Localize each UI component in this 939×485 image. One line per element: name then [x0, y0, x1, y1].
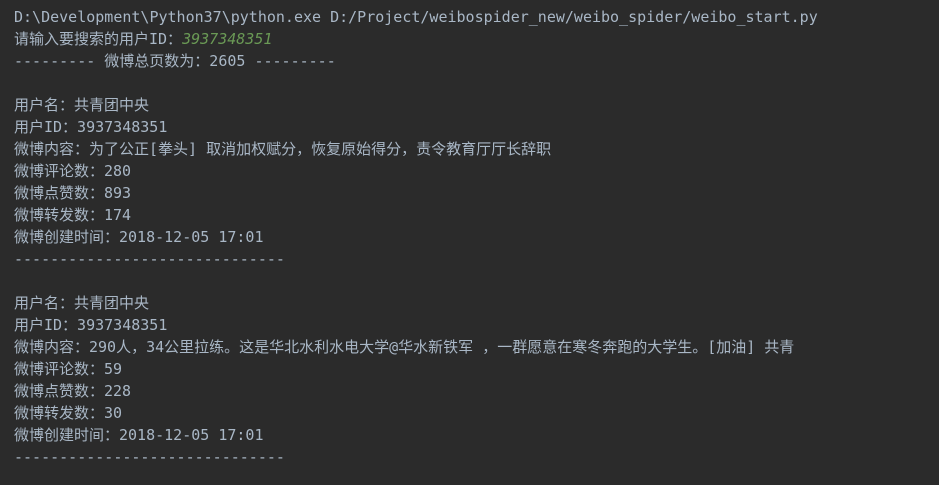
input-prompt-label: 请输入要搜索的用户ID： [14, 30, 183, 48]
record-1-comments: 微博评论数：280 [14, 162, 132, 180]
input-prompt-line: 请输入要搜索的用户ID：3937348351 [14, 28, 939, 50]
command-line: D:\Development\Python37\python.exe D:/Pr… [14, 8, 818, 26]
total-pages-line: --------- 微博总页数为：2605 --------- [14, 52, 336, 70]
record-2-separator: ------------------------------ [14, 448, 285, 466]
record-1-reposts: 微博转发数：174 [14, 206, 132, 224]
record-2-created-time: 微博创建时间：2018-12-05 17:01 [14, 426, 264, 444]
record-1-username: 用户名：共青团中央 [14, 96, 150, 114]
record-1-content: 微博内容：为了公正[拳头] 取消加权赋分，恢复原始得分，责令教育厅厅长辞职 [14, 140, 552, 158]
record-2-likes: 微博点赞数：228 [14, 382, 132, 400]
record-1-created-time: 微博创建时间：2018-12-05 17:01 [14, 228, 264, 246]
record-2-content: 微博内容：290人，34公里拉练。这是华北水利水电大学@华水新铁军 ，一群愿意在… [14, 338, 795, 356]
record-1-likes: 微博点赞数：893 [14, 184, 132, 202]
record-2-reposts: 微博转发数：30 [14, 404, 123, 422]
record-1-separator: ------------------------------ [14, 250, 285, 268]
record-2-userid: 用户ID：3937348351 [14, 316, 168, 334]
user-input-value[interactable]: 3937348351 [182, 30, 272, 48]
record-2-username: 用户名：共青团中央 [14, 294, 150, 312]
console-output[interactable]: D:\Development\Python37\python.exe D:/Pr… [0, 0, 939, 485]
record-1-userid: 用户ID：3937348351 [14, 118, 168, 136]
record-2-comments: 微博评论数：59 [14, 360, 123, 378]
